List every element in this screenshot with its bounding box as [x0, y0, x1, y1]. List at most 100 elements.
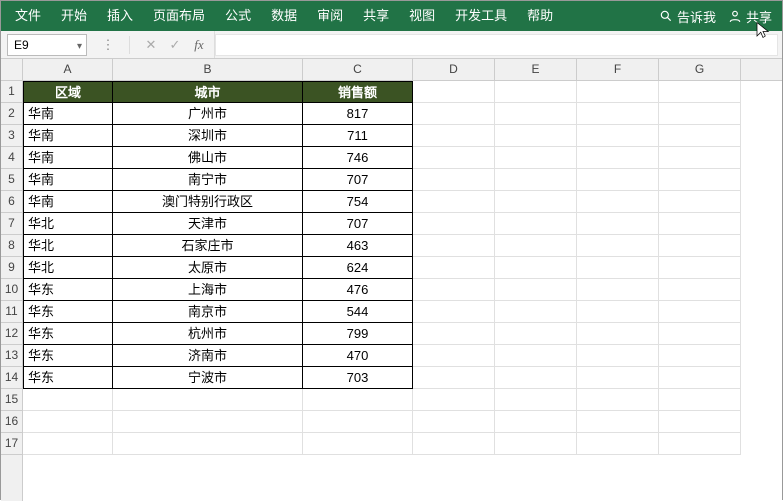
row-header-10[interactable]: 10 [1, 279, 22, 301]
cell[interactable] [495, 257, 577, 279]
cell[interactable] [303, 411, 413, 433]
cell[interactable] [113, 433, 303, 455]
cell[interactable]: 703 [303, 367, 413, 389]
row-header-5[interactable]: 5 [1, 169, 22, 191]
cell[interactable] [23, 411, 113, 433]
select-all-corner[interactable] [1, 59, 23, 81]
cell[interactable] [495, 301, 577, 323]
cell[interactable] [413, 323, 495, 345]
cell[interactable] [413, 191, 495, 213]
cell[interactable]: 石家庄市 [113, 235, 303, 257]
cell[interactable]: 上海市 [113, 279, 303, 301]
cell[interactable] [413, 433, 495, 455]
cell[interactable] [659, 367, 741, 389]
cell[interactable] [495, 323, 577, 345]
cell[interactable] [659, 301, 741, 323]
cell[interactable] [495, 389, 577, 411]
cell[interactable] [659, 279, 741, 301]
cell[interactable] [495, 169, 577, 191]
cell[interactable] [113, 411, 303, 433]
cell[interactable] [659, 323, 741, 345]
cell[interactable]: 华东 [23, 279, 113, 301]
cell[interactable]: 华南 [23, 169, 113, 191]
cell[interactable]: 杭州市 [113, 323, 303, 345]
cell[interactable] [495, 433, 577, 455]
formula-input[interactable] [215, 34, 778, 56]
cell[interactable] [659, 125, 741, 147]
cell[interactable] [495, 103, 577, 125]
cell[interactable] [413, 301, 495, 323]
name-box[interactable]: E9 [7, 34, 87, 56]
cell[interactable] [495, 125, 577, 147]
cell[interactable] [495, 235, 577, 257]
cell[interactable]: 476 [303, 279, 413, 301]
cell[interactable]: 华东 [23, 301, 113, 323]
cell[interactable] [495, 279, 577, 301]
row-header-3[interactable]: 3 [1, 125, 22, 147]
cell[interactable]: 711 [303, 125, 413, 147]
cell[interactable]: 463 [303, 235, 413, 257]
row-header-14[interactable]: 14 [1, 367, 22, 389]
cell[interactable] [413, 345, 495, 367]
cell[interactable] [659, 81, 741, 103]
cell[interactable] [577, 103, 659, 125]
cell[interactable] [577, 235, 659, 257]
cell[interactable] [577, 433, 659, 455]
row-header-7[interactable]: 7 [1, 213, 22, 235]
cell[interactable]: 华东 [23, 367, 113, 389]
cell[interactable] [659, 103, 741, 125]
row-header-8[interactable]: 8 [1, 235, 22, 257]
ribbon-tab-2[interactable]: 插入 [97, 1, 143, 31]
cell[interactable] [495, 81, 577, 103]
cell[interactable] [413, 235, 495, 257]
cell[interactable]: 华北 [23, 235, 113, 257]
row-header-9[interactable]: 9 [1, 257, 22, 279]
row-header-15[interactable]: 15 [1, 389, 22, 411]
cell[interactable]: 深圳市 [113, 125, 303, 147]
cell[interactable] [659, 147, 741, 169]
cell[interactable]: 华南 [23, 125, 113, 147]
cell[interactable]: 华东 [23, 345, 113, 367]
cell[interactable] [577, 147, 659, 169]
cell[interactable]: 544 [303, 301, 413, 323]
cell[interactable]: 南宁市 [113, 169, 303, 191]
cell[interactable] [413, 81, 495, 103]
ribbon-tab-9[interactable]: 开发工具 [445, 1, 517, 31]
cell[interactable] [413, 103, 495, 125]
cell[interactable] [577, 301, 659, 323]
ribbon-tab-8[interactable]: 视图 [399, 1, 445, 31]
cell[interactable]: 城市 [113, 81, 303, 103]
cell[interactable] [113, 389, 303, 411]
cell[interactable] [495, 147, 577, 169]
cell[interactable] [577, 213, 659, 235]
cell[interactable]: 济南市 [113, 345, 303, 367]
cancel-icon[interactable]: ✕ [140, 37, 162, 53]
row-header-6[interactable]: 6 [1, 191, 22, 213]
cell[interactable] [577, 323, 659, 345]
row-header-2[interactable]: 2 [1, 103, 22, 125]
cell[interactable]: 区域 [23, 81, 113, 103]
cell[interactable]: 华南 [23, 191, 113, 213]
cell[interactable] [303, 389, 413, 411]
spreadsheet-grid[interactable]: ABCDEFG 1234567891011121314151617 区域城市销售… [1, 59, 782, 501]
cell[interactable] [659, 235, 741, 257]
cell[interactable] [495, 411, 577, 433]
cell[interactable] [413, 257, 495, 279]
row-header-16[interactable]: 16 [1, 411, 22, 433]
cell[interactable] [577, 257, 659, 279]
cell[interactable]: 佛山市 [113, 147, 303, 169]
cell[interactable]: 624 [303, 257, 413, 279]
col-header-A[interactable]: A [23, 59, 113, 80]
cell[interactable] [495, 367, 577, 389]
cell[interactable] [577, 169, 659, 191]
cell[interactable]: 南京市 [113, 301, 303, 323]
cell[interactable] [495, 191, 577, 213]
cell[interactable] [659, 213, 741, 235]
row-header-12[interactable]: 12 [1, 323, 22, 345]
cell[interactable]: 广州市 [113, 103, 303, 125]
cell[interactable]: 746 [303, 147, 413, 169]
cell[interactable]: 799 [303, 323, 413, 345]
cell[interactable] [413, 389, 495, 411]
cell[interactable]: 宁波市 [113, 367, 303, 389]
cell[interactable] [577, 191, 659, 213]
